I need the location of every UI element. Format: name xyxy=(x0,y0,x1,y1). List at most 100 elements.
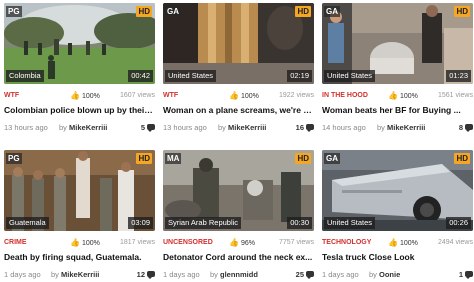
duration-label: 00:42 xyxy=(128,70,153,82)
likes-percentage: 👍 100% xyxy=(70,91,100,102)
time-ago: 14 hours ago xyxy=(322,123,366,132)
country-label: Syrian Arab Republic xyxy=(165,217,242,229)
video-title-link[interactable]: Tesla truck Close Look xyxy=(322,251,473,263)
author-link[interactable]: MikeKerriii xyxy=(61,270,99,279)
video-card[interactable]: PG HD Colombia 00:42 WTF 👍 100% 1607 view… xyxy=(4,3,155,142)
view-count: 2494 views xyxy=(437,239,473,246)
author-link[interactable]: glennmidd xyxy=(220,270,258,279)
video-footer-row: 1 days ago by MikeKerriii 12 xyxy=(4,269,155,281)
comment-count[interactable]: 25 xyxy=(296,269,314,281)
time-ago: 1 days ago xyxy=(163,270,200,279)
view-count: 1817 views xyxy=(119,239,155,246)
video-thumbnail[interactable]: MA HD Syrian Arab Republic 00:30 xyxy=(163,150,314,231)
likes-percentage: 👍 100% xyxy=(388,91,418,102)
comment-count-value: 5 xyxy=(140,123,145,132)
country-label: Guatemala xyxy=(6,217,49,229)
duration-label: 03:09 xyxy=(128,217,153,229)
video-footer-row: 1 days ago by glennmidd 25 xyxy=(163,269,314,281)
by-label: by MikeKerriii xyxy=(377,122,425,134)
likes-value: 100% xyxy=(81,240,100,247)
video-meta-row: UNCENSORED 👍 96% 7757 views xyxy=(163,238,314,248)
time-ago: 1 days ago xyxy=(322,270,359,279)
video-thumbnail[interactable]: GA HD United States 02:19 xyxy=(163,3,314,84)
video-title-link[interactable]: Death by firing squad, Guatemala. xyxy=(4,251,155,263)
by-text: by xyxy=(377,123,385,132)
thumbs-up-icon: 👍 xyxy=(70,238,80,247)
video-title-link[interactable]: Woman beats her BF for Buying ... xyxy=(322,104,473,116)
by-text: by xyxy=(210,270,218,279)
comment-count[interactable]: 12 xyxy=(137,269,155,281)
video-footer-row: 1 days ago by Oonie 1 xyxy=(322,269,473,281)
video-title-link[interactable]: Colombian police blown up by their ... xyxy=(4,104,155,116)
video-card[interactable]: GA HD United States 01:23 IN THE HOOD 👍 1… xyxy=(322,3,473,142)
country-label: United States xyxy=(324,217,376,229)
video-footer-row: 14 hours ago by MikeKerriii 8 xyxy=(322,122,473,134)
hd-badge: HD xyxy=(136,6,152,17)
comment-count[interactable]: 16 xyxy=(296,122,314,134)
video-thumbnail[interactable]: GA HD United States 01:23 xyxy=(322,3,473,84)
video-thumbnail[interactable]: GA HD United States 00:26 xyxy=(322,150,473,231)
thumbs-up-icon: 👍 xyxy=(388,238,398,247)
category-link[interactable]: TECHNOLOGY xyxy=(322,238,371,248)
category-link[interactable]: CRIME xyxy=(4,238,27,248)
country-label: Colombia xyxy=(6,70,44,82)
category-link[interactable]: WTF xyxy=(4,91,19,101)
by-text: by xyxy=(369,270,377,279)
video-card[interactable]: GA HD United States 00:26 TECHNOLOGY 👍 10… xyxy=(322,150,473,282)
comment-count-value: 16 xyxy=(295,123,304,132)
comment-count[interactable]: 1 xyxy=(459,269,473,281)
video-meta-row: TECHNOLOGY 👍 100% 2494 views xyxy=(322,238,473,248)
video-footer-row: 13 hours ago by MikeKerriii 5 xyxy=(4,122,155,134)
likes-percentage: 👍 96% xyxy=(229,238,255,249)
likes-value: 100% xyxy=(399,93,418,100)
by-label: by MikeKerriii xyxy=(218,122,266,134)
duration-label: 00:30 xyxy=(287,217,312,229)
video-card[interactable]: GA HD United States 02:19 WTF 👍 100% 1922… xyxy=(163,3,314,142)
by-label: by MikeKerriii xyxy=(51,269,99,281)
video-thumbnail[interactable]: PG HD Guatemala 03:09 xyxy=(4,150,155,231)
comment-count-value: 8 xyxy=(458,123,463,132)
view-count: 1922 views xyxy=(278,92,314,99)
category-link[interactable]: WTF xyxy=(163,91,178,101)
view-count: 1607 views xyxy=(119,92,155,99)
duration-label: 00:26 xyxy=(446,217,471,229)
comment-bubble-icon xyxy=(306,124,314,132)
comment-count[interactable]: 8 xyxy=(459,122,473,134)
content-rating-badge: GA xyxy=(324,153,340,164)
content-rating-badge: GA xyxy=(165,6,181,17)
author-link[interactable]: MikeKerriii xyxy=(387,123,425,132)
time-ago: 13 hours ago xyxy=(4,123,48,132)
by-label: by glennmidd xyxy=(210,269,258,281)
content-rating-badge: PG xyxy=(6,153,22,164)
comment-count[interactable]: 5 xyxy=(141,122,155,134)
view-count: 1561 views xyxy=(437,92,473,99)
comment-bubble-icon xyxy=(147,271,155,279)
video-footer-row: 13 hours ago by MikeKerriii 16 xyxy=(163,122,314,134)
category-link[interactable]: IN THE HOOD xyxy=(322,91,368,101)
video-meta-row: CRIME 👍 100% 1817 views xyxy=(4,238,155,248)
likes-value: 100% xyxy=(399,240,418,247)
video-card[interactable]: MA HD Syrian Arab Republic 00:30 UNCENSO… xyxy=(163,150,314,282)
comment-bubble-icon xyxy=(306,271,314,279)
video-card[interactable]: PG HD Guatemala 03:09 CRIME 👍 100% 1817 v… xyxy=(4,150,155,282)
comment-count-value: 25 xyxy=(295,270,304,279)
content-rating-badge: GA xyxy=(324,6,340,17)
hd-badge: HD xyxy=(136,153,152,164)
author-link[interactable]: MikeKerriii xyxy=(228,123,266,132)
author-link[interactable]: MikeKerriii xyxy=(69,123,107,132)
video-title-link[interactable]: Woman on a plane screams, we're a... xyxy=(163,104,314,116)
comment-bubble-icon xyxy=(465,271,473,279)
hd-badge: HD xyxy=(454,153,470,164)
category-link[interactable]: UNCENSORED xyxy=(163,238,213,248)
likes-percentage: 👍 100% xyxy=(388,238,418,249)
hd-badge: HD xyxy=(295,6,311,17)
author-link[interactable]: Oonie xyxy=(379,270,400,279)
content-rating-badge: PG xyxy=(6,6,22,17)
duration-label: 01:23 xyxy=(446,70,471,82)
video-title-link[interactable]: Detonator Cord around the neck ex... xyxy=(163,251,314,263)
by-label: by Oonie xyxy=(369,269,400,281)
likes-value: 100% xyxy=(240,93,259,100)
video-thumbnail[interactable]: PG HD Colombia 00:42 xyxy=(4,3,155,84)
time-ago: 1 days ago xyxy=(4,270,41,279)
thumbs-up-icon: 👍 xyxy=(229,238,239,247)
